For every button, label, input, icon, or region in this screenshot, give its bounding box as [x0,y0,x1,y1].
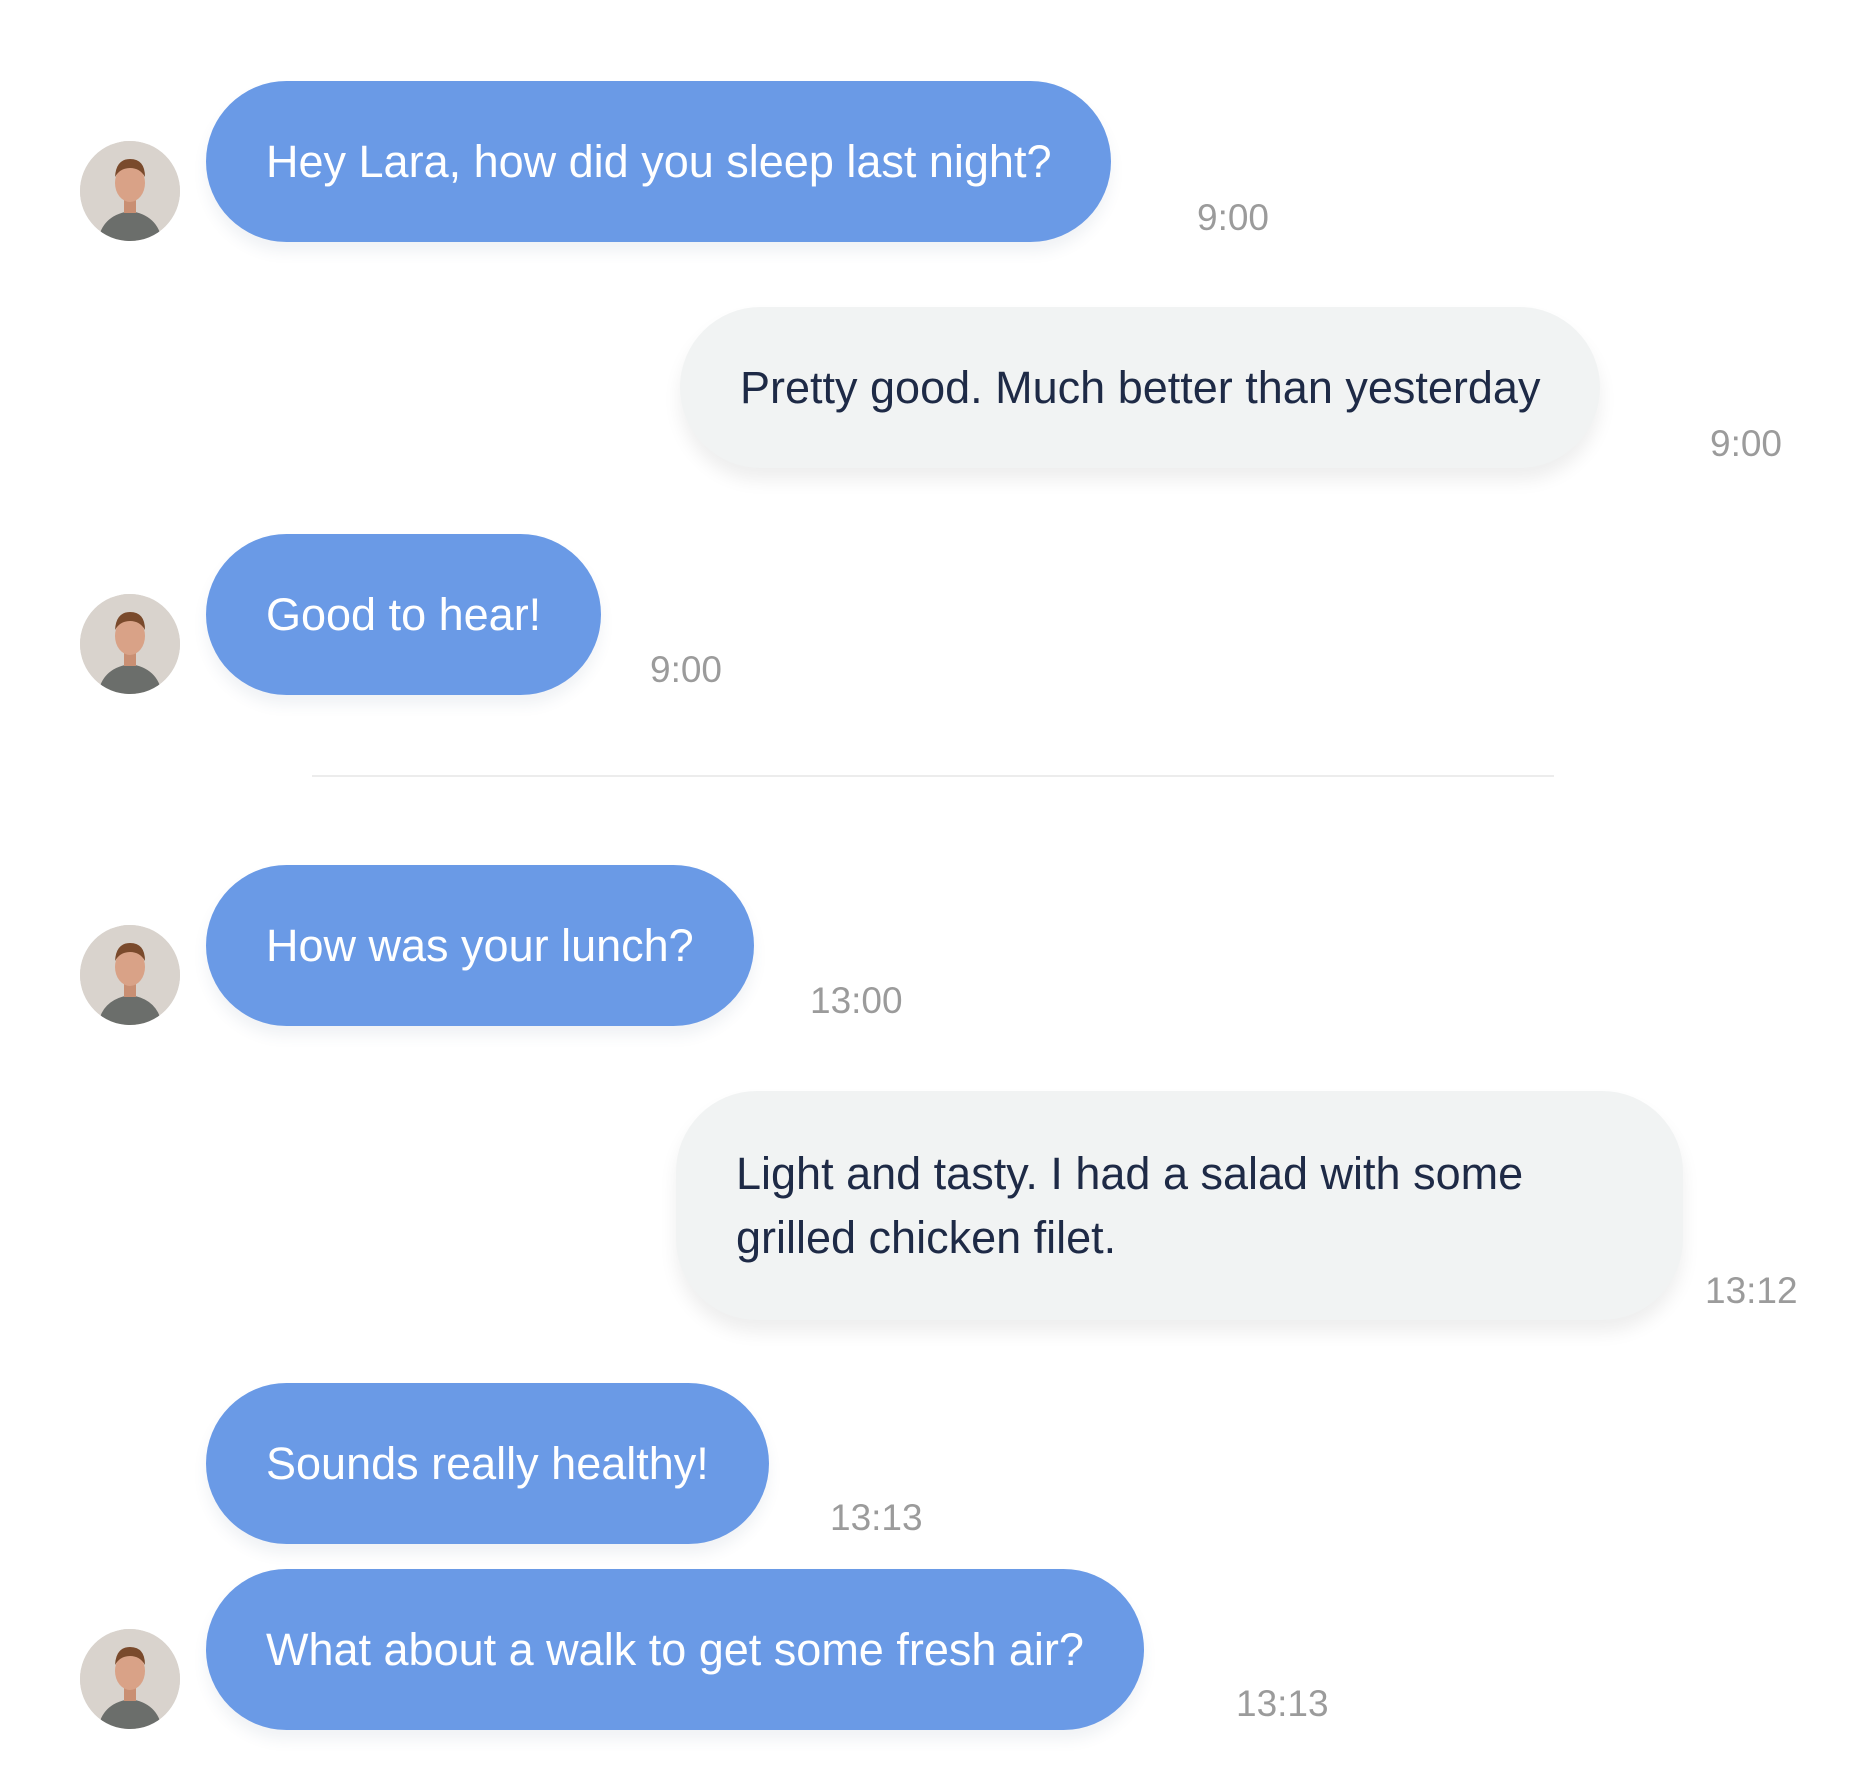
message-bubble-outgoing[interactable]: Light and tasty. I had a salad with some… [676,1091,1683,1320]
message-timestamp: 13:12 [1705,1270,1798,1311]
message-timestamp: 13:00 [810,980,903,1021]
avatar-photo [80,1629,180,1729]
message-timestamp: 9:00 [1197,197,1270,238]
message-text: Light and tasty. I had a salad with some… [736,1147,1524,1263]
message-text: Sounds really healthy! [266,1437,709,1489]
avatar-photo [80,925,180,1025]
contact-avatar[interactable] [80,594,180,694]
message-bubble-incoming[interactable]: Hey Lara, how did you sleep last night? [206,81,1112,242]
message-timestamp: 13:13 [1236,1683,1329,1724]
message-bubble-incoming[interactable]: Sounds really healthy! [206,1383,769,1544]
avatar-photo [80,141,180,241]
message-text: Pretty good. Much better than yesterday [740,361,1541,413]
message-text: What about a walk to get some fresh air? [266,1623,1084,1675]
message-text: Hey Lara, how did you sleep last night? [266,135,1052,187]
avatar-photo [80,594,180,694]
message-bubble-incoming[interactable]: How was your lunch? [206,865,754,1026]
message-bubble-incoming[interactable]: Good to hear! [206,534,602,695]
message-timestamp: 9:00 [650,649,723,690]
contact-avatar[interactable] [80,141,180,241]
message-timestamp: 13:13 [830,1497,923,1538]
time-divider [312,775,1554,777]
chat-thread[interactable]: Hey Lara, how did you sleep last night? … [0,0,1856,1792]
contact-avatar[interactable] [80,1629,180,1729]
message-text: Good to hear! [266,588,542,640]
message-bubble-outgoing[interactable]: Pretty good. Much better than yesterday [680,307,1601,468]
message-text: How was your lunch? [266,919,694,971]
message-bubble-incoming[interactable]: What about a walk to get some fresh air? [206,1569,1144,1730]
contact-avatar[interactable] [80,925,180,1025]
message-timestamp: 9:00 [1710,423,1783,464]
